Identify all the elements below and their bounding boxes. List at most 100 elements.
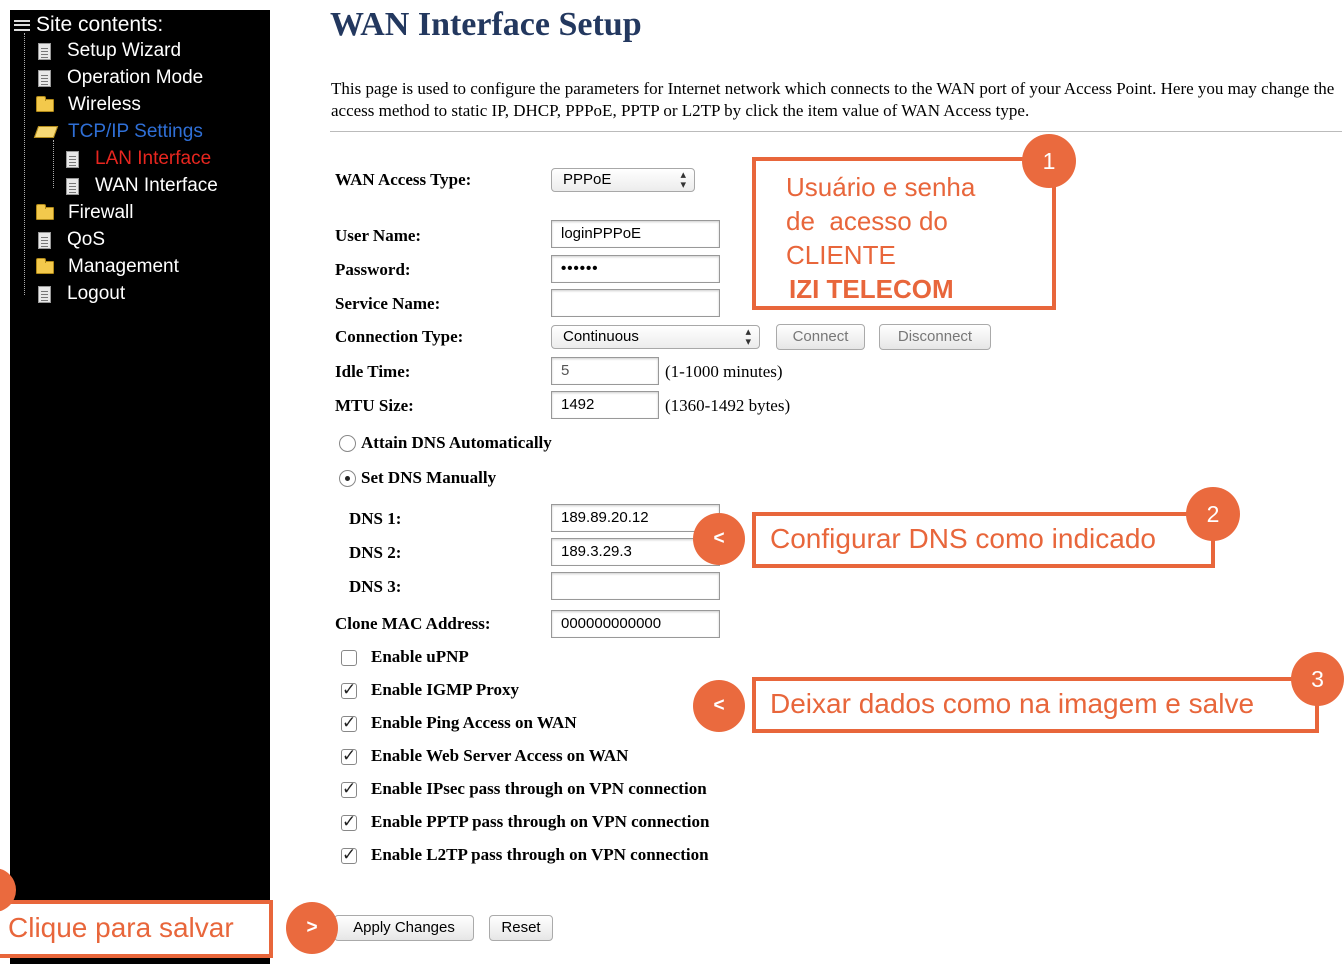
callout-arrow-3: < bbox=[693, 680, 745, 732]
callout-credentials-text: Usuário e senha de acesso do CLIENTE IZI… bbox=[786, 170, 975, 306]
clone-mac-label: Clone MAC Address: bbox=[335, 614, 491, 633]
page-icon bbox=[66, 150, 79, 168]
sidebar-item-label: Wireless bbox=[68, 94, 141, 115]
l2tp-passthrough-label: Enable L2TP pass through on VPN connecti… bbox=[371, 845, 709, 864]
callout-badge-2: 2 bbox=[1186, 487, 1240, 541]
sidebar-root: Site contents: bbox=[14, 14, 163, 36]
l2tp-passthrough-checkbox[interactable]: ✓ bbox=[341, 847, 357, 864]
pptp-passthrough-label: Enable PPTP pass through on VPN connecti… bbox=[371, 812, 710, 831]
ping-access-label: Enable Ping Access on WAN bbox=[371, 713, 577, 732]
sidebar-item-management[interactable]: Management bbox=[36, 256, 179, 278]
connection-type-label: Connection Type: bbox=[335, 327, 464, 346]
idle-time-input[interactable]: 5 bbox=[551, 357, 659, 385]
sidebar-item-label: Operation Mode bbox=[67, 67, 204, 88]
page-icon bbox=[38, 231, 51, 249]
reset-button[interactable]: Reset bbox=[489, 915, 553, 941]
sidebar-item-label: TCP/IP Settings bbox=[68, 121, 203, 142]
page-title: WAN Interface Setup bbox=[330, 6, 642, 43]
ipsec-passthrough-checkbox[interactable]: ✓ bbox=[341, 781, 357, 798]
sidebar-item-label: QoS bbox=[67, 229, 106, 250]
sidebar-item-operation-mode[interactable]: Operation Mode bbox=[38, 67, 203, 89]
password-label: Password: bbox=[335, 260, 411, 279]
connection-type-select[interactable]: Continuous ▴ ▾ bbox=[551, 325, 760, 349]
idle-time-hint: (1-1000 minutes) bbox=[665, 362, 783, 381]
service-name-label: Service Name: bbox=[335, 294, 441, 313]
upnp-checkbox[interactable] bbox=[341, 650, 357, 666]
callout-badge-1: 1 bbox=[1022, 134, 1076, 188]
user-name-label: User Name: bbox=[335, 226, 422, 245]
divider bbox=[330, 131, 1342, 132]
page-description: This page is used to configure the param… bbox=[331, 79, 1335, 120]
pptp-passthrough-checkbox[interactable]: ✓ bbox=[341, 814, 357, 831]
igmp-proxy-label: Enable IGMP Proxy bbox=[371, 680, 519, 699]
igmp-proxy-checkbox[interactable]: ✓ bbox=[341, 682, 357, 699]
web-server-access-label: Enable Web Server Access on WAN bbox=[371, 746, 629, 765]
connect-button[interactable]: Connect bbox=[776, 324, 865, 350]
callout-click-save-text: Clique para salvar bbox=[8, 912, 234, 943]
callout-arrow-2: < bbox=[693, 513, 745, 565]
page-icon bbox=[38, 42, 51, 60]
sidebar-title: Site contents: bbox=[36, 13, 164, 36]
page-icon bbox=[66, 177, 79, 195]
upnp-label: Enable uPNP bbox=[371, 647, 469, 666]
clone-mac-input[interactable]: 000000000000 bbox=[551, 610, 720, 638]
select-arrows-icon: ▴ ▾ bbox=[745, 326, 751, 348]
dns-auto-radio[interactable] bbox=[339, 435, 356, 452]
dns2-label: DNS 2: bbox=[349, 543, 402, 562]
dns-manual-label: Set DNS Manually bbox=[361, 468, 497, 487]
connection-type-value: Continuous bbox=[563, 328, 639, 345]
folder-icon bbox=[36, 203, 54, 220]
sidebar-item-label: Setup Wizard bbox=[67, 40, 182, 61]
sidebar-item-wireless[interactable]: Wireless bbox=[36, 94, 141, 116]
sidebar-item-label: Firewall bbox=[68, 202, 134, 223]
sidebar-item-label: LAN Interface bbox=[95, 148, 212, 169]
folder-icon bbox=[36, 95, 54, 112]
mtu-size-label: MTU Size: bbox=[335, 396, 414, 415]
tree-root-icon bbox=[14, 19, 30, 31]
ipsec-passthrough-label: Enable IPsec pass through on VPN connect… bbox=[371, 779, 707, 798]
dns-auto-label: Attain DNS Automatically bbox=[361, 433, 552, 452]
apply-changes-button[interactable]: Apply Changes bbox=[334, 915, 474, 941]
callout-arrow-4: > bbox=[286, 902, 338, 954]
sidebar-item-label: Management bbox=[68, 256, 179, 277]
select-arrows-icon: ▴ ▾ bbox=[680, 169, 686, 191]
sidebar-item-setup-wizard[interactable]: Setup Wizard bbox=[38, 40, 181, 62]
folder-icon bbox=[36, 257, 54, 274]
open-folder-icon bbox=[33, 126, 59, 138]
user-name-input[interactable]: loginPPPoE bbox=[551, 220, 720, 248]
ping-access-checkbox[interactable]: ✓ bbox=[341, 715, 357, 732]
idle-time-label: Idle Time: bbox=[335, 362, 411, 381]
sidebar-item-qos[interactable]: QoS bbox=[38, 229, 105, 251]
tree-line bbox=[24, 33, 25, 295]
web-server-access-checkbox[interactable]: ✓ bbox=[341, 748, 357, 765]
callout-save-text: Deixar dados como na imagem e salve bbox=[770, 688, 1255, 719]
callout-line: CLIENTE bbox=[786, 240, 896, 270]
service-name-input[interactable] bbox=[551, 289, 720, 317]
sidebar-item-wan-interface[interactable]: WAN Interface bbox=[66, 175, 218, 197]
callout-dns-text: Configurar DNS como indicado bbox=[770, 523, 1156, 554]
sidebar-item-logout[interactable]: Logout bbox=[38, 283, 125, 305]
tree-line bbox=[53, 140, 54, 188]
callout-line: IZI TELECOM bbox=[789, 274, 954, 304]
page-icon bbox=[38, 285, 51, 303]
callout-line: de acesso do bbox=[786, 206, 948, 236]
dns3-input[interactable] bbox=[551, 572, 720, 600]
sidebar-item-lan-interface[interactable]: LAN Interface bbox=[66, 148, 211, 170]
sidebar-item-label: WAN Interface bbox=[95, 175, 218, 196]
sidebar-item-label: Logout bbox=[67, 283, 126, 304]
mtu-size-hint: (1360-1492 bytes) bbox=[665, 396, 791, 415]
callout-line: Usuário e senha bbox=[786, 172, 976, 202]
password-input[interactable]: •••••• bbox=[551, 255, 720, 283]
dns-manual-radio[interactable] bbox=[339, 470, 356, 487]
disconnect-button[interactable]: Disconnect bbox=[879, 324, 991, 350]
sidebar-item-tcpip-settings[interactable]: TCP/IP Settings bbox=[33, 121, 203, 143]
wan-access-type-label: WAN Access Type: bbox=[335, 170, 472, 189]
dns3-label: DNS 3: bbox=[349, 577, 402, 596]
mtu-size-input[interactable]: 1492 bbox=[551, 391, 659, 419]
wan-access-type-select[interactable]: PPPoE ▴ ▾ bbox=[551, 168, 695, 192]
sidebar-item-firewall[interactable]: Firewall bbox=[36, 202, 133, 224]
page-icon bbox=[38, 69, 51, 87]
wan-access-type-value: PPPoE bbox=[563, 171, 612, 188]
dns1-label: DNS 1: bbox=[349, 509, 402, 528]
callout-badge-3: 3 bbox=[1291, 652, 1344, 706]
